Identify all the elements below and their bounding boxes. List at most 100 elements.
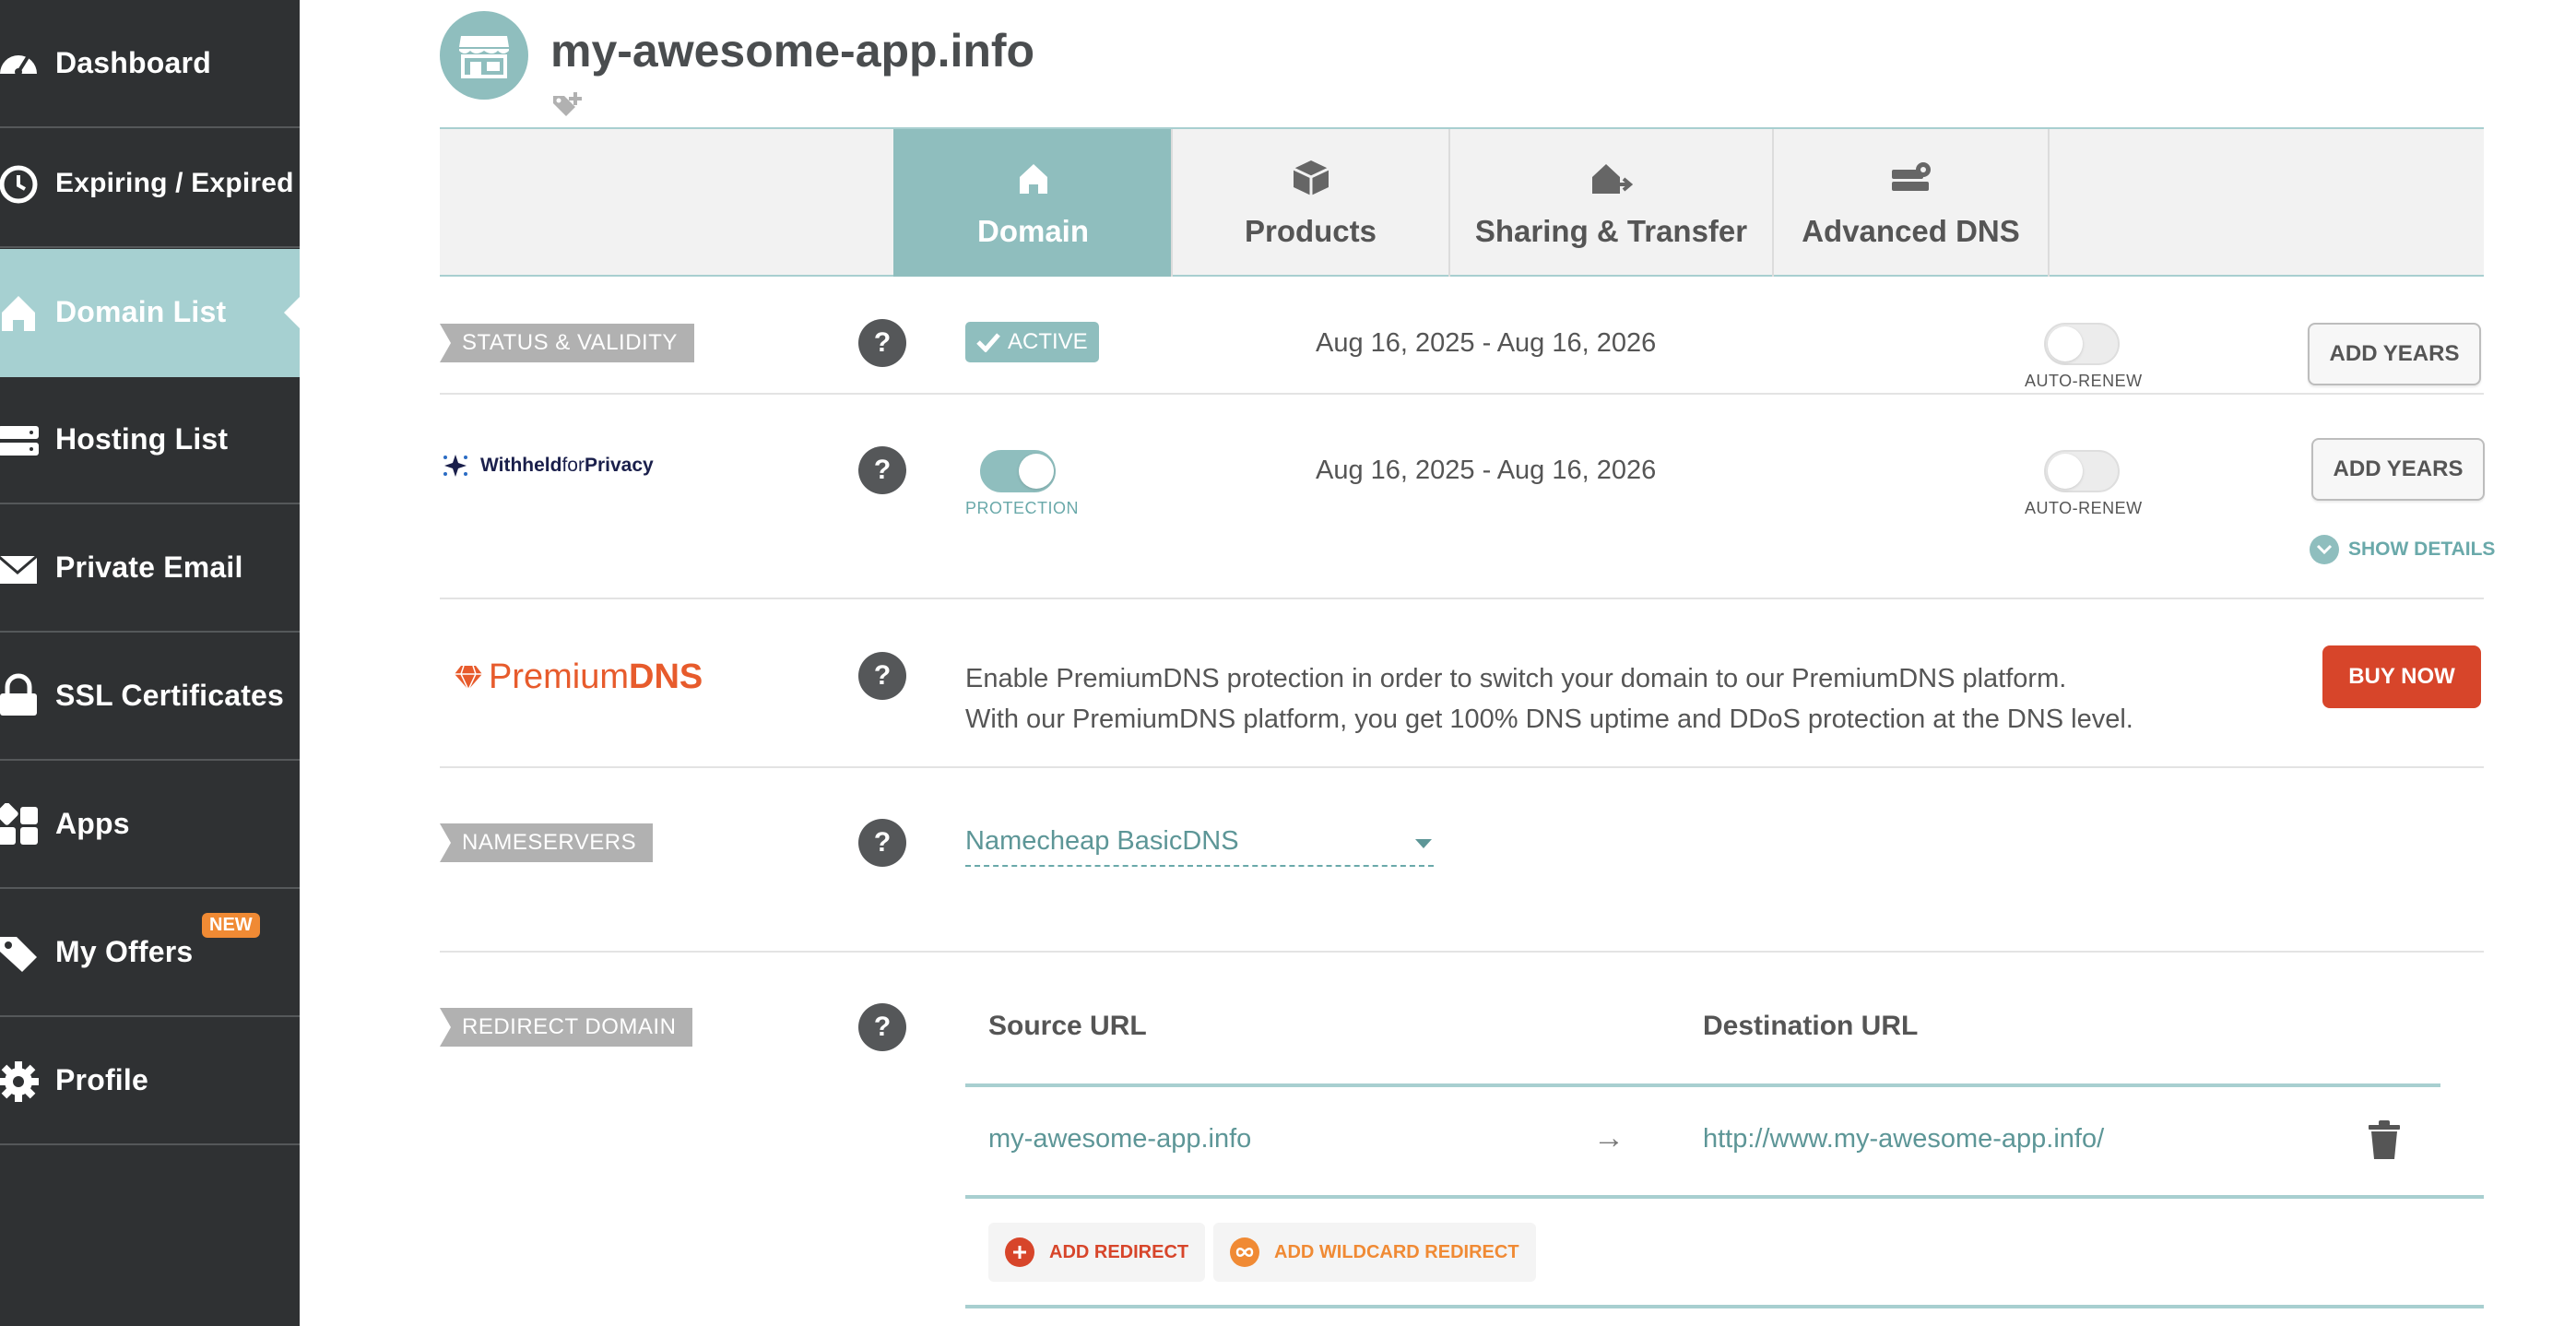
plus-icon [1005, 1237, 1034, 1267]
sidebar-item-my-offers[interactable]: My Offers NEW [0, 889, 300, 1017]
status-badge-label: ACTIVE [1008, 329, 1088, 354]
sidebar-item-label: Dashboard [55, 46, 211, 79]
buy-now-button[interactable]: BUY NOW [2322, 645, 2481, 708]
sidebar-item-label: Private Email [55, 551, 243, 584]
protection-label: PROTECTION [965, 499, 1080, 517]
nameservers-tag: NAMESERVERS [440, 823, 654, 862]
clock-icon [0, 165, 38, 204]
tab-domain[interactable]: Domain [893, 129, 1171, 277]
caret-down-icon [1415, 839, 1432, 848]
sidebar-item-label: Domain List [55, 295, 227, 328]
premiumdns-description: Enable PremiumDNS protection in order to… [965, 658, 2133, 740]
premium-brand-part: Premium [489, 657, 630, 696]
status-add-years-button[interactable]: ADD YEARS [2308, 323, 2481, 385]
privacy-brand-part: Privacy [584, 455, 654, 476]
sidebar-item-ssl-certificates[interactable]: SSL Certificates [0, 633, 300, 761]
sidebar-item-expiring[interactable]: Expiring / Expired [0, 120, 300, 248]
row-divider [440, 951, 2484, 953]
destination-url-header: Destination URL [1703, 1011, 1919, 1041]
envelope-icon [0, 554, 38, 584]
tab-label: Sharing & Transfer [1474, 214, 1748, 248]
sidebar-item-label: My Offers [55, 935, 194, 968]
toggle-knob [2048, 326, 2083, 361]
premiumdns-logo: Premium DNS [454, 657, 703, 697]
row-divider [440, 766, 2484, 768]
tag-icon [0, 937, 37, 972]
withheld-for-privacy-logo: WithheldforPrivacy [440, 450, 654, 481]
show-details-label: SHOW DETAILS [2348, 539, 2496, 560]
privacy-protection-toggle[interactable] [980, 450, 1056, 492]
sidebar-item-apps[interactable]: Apps [0, 761, 300, 889]
page-title: my-awesome-app.info [550, 25, 1035, 77]
add-tag-icon[interactable] [551, 90, 583, 116]
sidebar-item-domain-list[interactable]: Domain List [0, 249, 301, 377]
toggle-knob [1019, 454, 1054, 489]
sidebar: Dashboard Expiring / Expired Domain List… [0, 0, 301, 1326]
destination-url-cell[interactable]: http://www.my-awesome-app.info/ [1703, 1124, 2104, 1154]
status-help-button[interactable]: ? [858, 319, 906, 367]
nameservers-help-button[interactable]: ? [858, 819, 906, 867]
domain-tabs: Domain Products Sharing & Transfer Advan… [440, 127, 2484, 277]
checkmark-icon [976, 333, 1000, 352]
row-divider [440, 598, 2484, 599]
sidebar-item-label: Hosting List [55, 422, 229, 456]
privacy-auto-renew-toggle[interactable] [2044, 450, 2120, 492]
redirect-help-button[interactable]: ? [858, 1003, 906, 1051]
tab-advanced-dns[interactable]: Advanced DNS [1772, 129, 2050, 277]
privacy-help-button[interactable]: ? [858, 446, 906, 494]
premium-brand-part: DNS [629, 657, 703, 696]
store-logo [440, 11, 528, 100]
add-redirect-button[interactable]: ADD REDIRECT [988, 1223, 1206, 1282]
nameservers-select[interactable]: Namecheap BasicDNS [965, 826, 1434, 867]
tab-products[interactable]: Products [1171, 129, 1448, 277]
chevron-down-icon [2310, 535, 2339, 564]
privacy-brand-part: for [561, 455, 585, 476]
validity-dates: Aug 16, 2025 - Aug 16, 2026 [1316, 328, 1657, 358]
privacy-dates: Aug 16, 2025 - Aug 16, 2026 [1316, 456, 1657, 485]
sidebar-item-label: Expiring / Expired [55, 167, 294, 198]
tab-sharing-transfer[interactable]: Sharing & Transfer [1448, 129, 1772, 277]
sidebar-item-profile[interactable]: Profile [0, 1017, 300, 1145]
store-icon [459, 36, 509, 78]
infinity-icon [1230, 1237, 1259, 1267]
premiumdns-help-button[interactable]: ? [858, 652, 906, 700]
sidebar-item-private-email[interactable]: Private Email [0, 504, 300, 633]
tab-label: Advanced DNS [1802, 214, 2020, 248]
toggle-knob [2048, 454, 2083, 489]
server-icon [0, 426, 39, 456]
lock-icon [0, 673, 37, 716]
gauge-icon [0, 55, 37, 76]
sidebar-item-label: Apps [55, 807, 130, 840]
gear-icon [0, 1061, 39, 1102]
add-wildcard-redirect-button[interactable]: ADD WILDCARD REDIRECT [1213, 1223, 1536, 1282]
privacy-add-years-button[interactable]: ADD YEARS [2311, 438, 2485, 501]
sidebar-item-hosting-list[interactable]: Hosting List [0, 376, 300, 504]
new-badge: NEW [202, 913, 260, 938]
table-bottom-line [965, 1305, 2484, 1308]
source-url-cell[interactable]: my-awesome-app.info [988, 1124, 1251, 1154]
premiumdns-line: With our PremiumDNS platform, you get 10… [965, 704, 2133, 734]
home-icon [1019, 164, 1047, 194]
premiumdns-line: Enable PremiumDNS protection in order to… [965, 664, 2067, 693]
sidebar-item-dashboard[interactable]: Dashboard [0, 0, 300, 128]
add-wildcard-label: ADD WILDCARD REDIRECT [1274, 1241, 1519, 1262]
redirect-domain-tag: REDIRECT DOMAIN [440, 1008, 693, 1047]
sidebar-item-label: Profile [55, 1063, 148, 1096]
box-icon [1292, 160, 1329, 195]
privacy-brand-part: Withheld [480, 455, 562, 476]
auto-renew-label: AUTO-RENEW [2025, 499, 2143, 517]
tab-label: Products [1244, 214, 1377, 248]
dns-gear-icon [1891, 162, 1931, 191]
home-icon [2, 296, 35, 331]
status-validity-tag: STATUS & VALIDITY [440, 324, 694, 362]
table-header-line [965, 1083, 2440, 1087]
privacy-logo-icon [443, 455, 467, 477]
show-details-link[interactable]: SHOW DETAILS [2310, 535, 2495, 564]
status-auto-renew-toggle[interactable] [2044, 323, 2120, 365]
table-row-line [965, 1195, 2484, 1199]
trash-icon[interactable] [2367, 1119, 2402, 1160]
nameservers-selected-value: Namecheap BasicDNS [965, 826, 1239, 856]
sidebar-item-label: SSL Certificates [55, 679, 285, 712]
apps-icon [0, 803, 38, 845]
house-arrow-icon [1591, 164, 1633, 194]
